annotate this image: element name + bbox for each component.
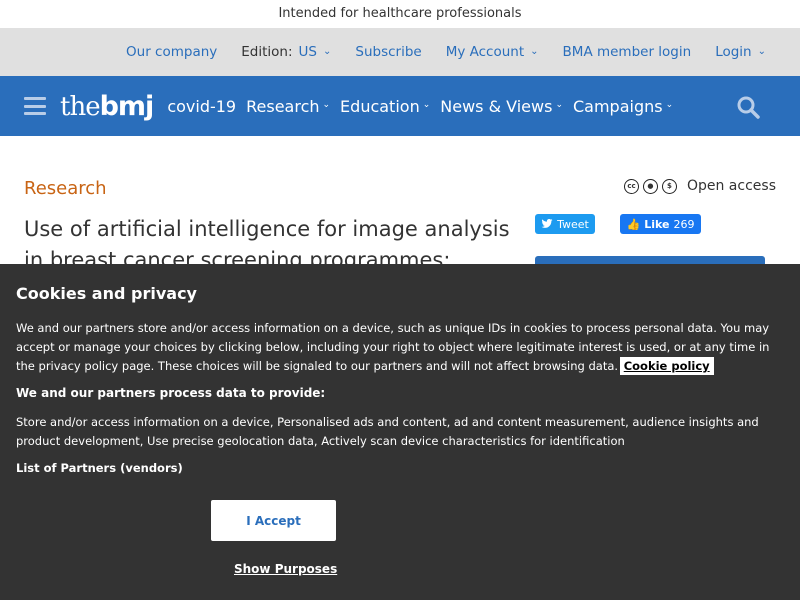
nav-item-covid-19[interactable]: covid-19 — [167, 97, 236, 116]
attribution-icon[interactable]: ● — [642, 178, 658, 194]
bmj-logo[interactable]: the bmj — [60, 90, 155, 122]
section-label[interactable]: Research — [24, 178, 107, 199]
like-label: Like — [644, 217, 670, 231]
chevron-down-icon: ⌄ — [322, 100, 331, 110]
nav-item-research[interactable]: Research ⌄ — [246, 97, 330, 116]
license-block: cc ● $ Open access — [623, 178, 776, 194]
non-commercial-icon[interactable]: $ — [661, 178, 677, 194]
nav-item-label: Research — [246, 96, 320, 116]
cookie-purposes-text: Store and/or access information on a dev… — [16, 415, 759, 448]
search-icon[interactable] — [736, 95, 760, 119]
open-access-label: Open access — [686, 178, 776, 194]
nav-item-label: covid-19 — [167, 96, 237, 116]
edition-label: Edition: — [241, 44, 293, 60]
vendors-link[interactable]: List of Partners (vendors) — [16, 461, 183, 475]
nav-item-campaigns[interactable]: Campaigns ⌄ — [573, 97, 673, 116]
thumbs-up-icon: 👍 — [626, 217, 641, 231]
nav-item-education[interactable]: Education ⌄ — [340, 97, 430, 116]
edition-value: US — [298, 44, 317, 60]
tweet-label: Tweet — [557, 217, 589, 231]
cookie-policy-link[interactable]: Cookie policy — [619, 357, 714, 375]
facebook-like-button[interactable]: 👍 Like 269 — [620, 214, 701, 234]
utility-nav: Our company Edition: US ⌄ Subscribe My A… — [0, 28, 800, 76]
cookie-dialog-title: Cookies and privacy — [16, 284, 197, 303]
like-count: 269 — [673, 217, 695, 231]
nav-item-label: Campaigns — [572, 96, 663, 116]
accept-button[interactable]: I Accept — [211, 500, 336, 541]
our-company-label: Our company — [126, 44, 218, 60]
hcp-notice: Intended for healthcare professionals — [0, 0, 800, 28]
twitter-bird-icon — [541, 219, 553, 228]
chevron-down-icon: ⌄ — [322, 45, 332, 57]
nav-item-news-views[interactable]: News & Views ⌄ — [440, 97, 563, 116]
logo-bmj: bmj — [99, 90, 155, 122]
cookie-consent-dialog: Cookies and privacy We and our partners … — [0, 264, 800, 600]
bma-login-link[interactable]: BMA member login — [563, 44, 692, 60]
tweet-button[interactable]: Tweet — [535, 214, 595, 234]
login-menu[interactable]: Login ⌄ — [715, 44, 766, 60]
my-account-menu[interactable]: My Account ⌄ — [446, 44, 539, 60]
chevron-down-icon: ⌄ — [422, 100, 431, 110]
cookie-purposes-heading: We and our partners process data to prov… — [16, 386, 326, 400]
chevron-down-icon: ⌄ — [555, 100, 563, 110]
chevron-down-icon: ⌄ — [530, 45, 539, 57]
chevron-down-icon: ⌄ — [665, 100, 674, 110]
nav-item-label: Education — [340, 96, 420, 116]
bma-login-label: BMA member login — [562, 44, 692, 60]
nav-item-label: News & Views — [440, 96, 553, 116]
menu-icon[interactable] — [24, 97, 46, 115]
subscribe-label: Subscribe — [355, 44, 422, 60]
cookie-dialog-body: We and our partners store and/or access … — [16, 319, 784, 376]
edition-selector[interactable]: Edition: US ⌄ — [241, 44, 331, 60]
show-purposes-link[interactable]: Show Purposes — [234, 562, 337, 576]
main-nav: the bmj covid-19 Research ⌄ Education ⌄ New… — [0, 76, 800, 136]
our-company-link[interactable]: Our company — [126, 44, 217, 60]
logo-the: the — [60, 91, 101, 122]
creative-commons-icon[interactable]: cc — [623, 178, 639, 194]
chevron-down-icon: ⌄ — [757, 45, 766, 57]
my-account-label: My Account — [445, 44, 525, 60]
login-label: Login — [715, 44, 752, 60]
subscribe-link[interactable]: Subscribe — [355, 44, 421, 60]
